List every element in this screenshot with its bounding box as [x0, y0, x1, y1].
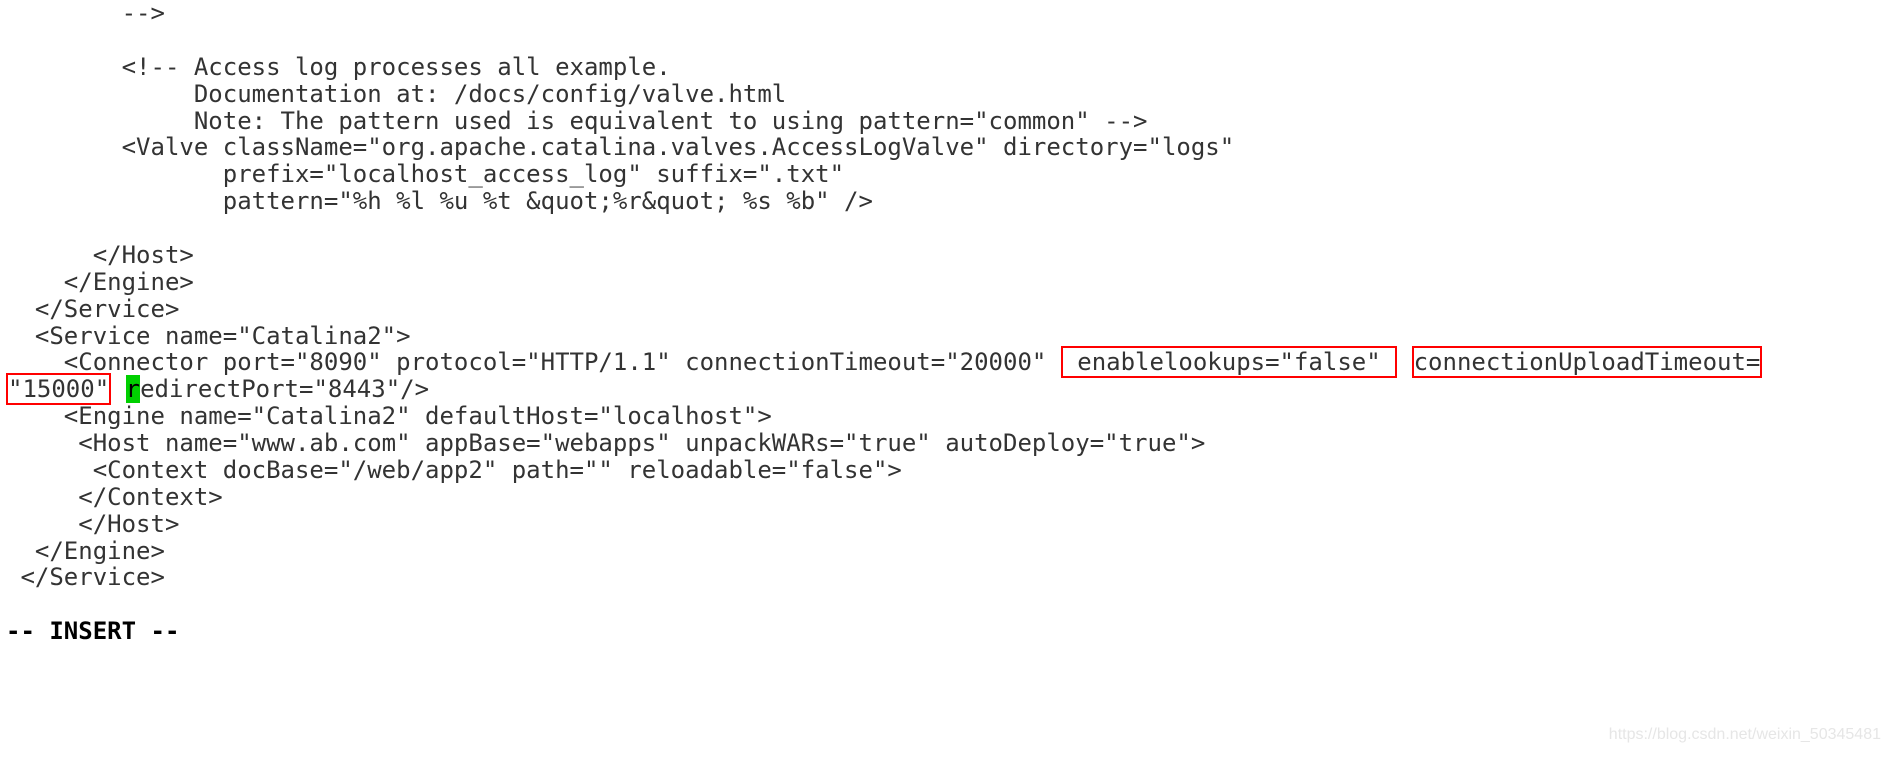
code-line: </Host> — [6, 241, 194, 269]
watermark-text: https://blog.csdn.net/weixin_50345481 — [1609, 726, 1881, 744]
code-line: </Host> — [6, 510, 179, 538]
code-editor[interactable]: --> <!-- Access log processes all exampl… — [0, 0, 1899, 645]
text-cursor: r — [126, 375, 140, 403]
code-line: --> — [6, 0, 165, 27]
highlight-15000: "15000" — [6, 373, 111, 405]
code-line: <Service name="Catalina2"> — [6, 322, 411, 350]
code-line: <Engine name="Catalina2" defaultHost="lo… — [6, 402, 772, 430]
code-line: prefix="localhost_access_log" suffix=".t… — [6, 160, 844, 188]
code-line: <Host name="www.ab.com" appBase="webapps… — [6, 429, 1205, 457]
code-line: </Engine> — [6, 268, 194, 296]
code-line: pattern="%h %l %u %t &quot;%r&quot; %s %… — [6, 187, 873, 215]
code-line: </Service> — [6, 295, 179, 323]
vim-mode-status: -- INSERT -- — [6, 617, 179, 645]
code-line: <Context docBase="/web/app2" path="" rel… — [6, 456, 902, 484]
code-line: Documentation at: /docs/config/valve.htm… — [6, 80, 786, 108]
code-line-connector: <Connector port="8090" protocol="HTTP/1.… — [6, 346, 1762, 405]
highlight-connectionuploadtimeout: connectionUploadTimeout= — [1412, 346, 1763, 378]
code-line: </Context> — [6, 483, 223, 511]
code-line: </Service> — [6, 563, 165, 591]
highlight-enablelookups: enablelookups="false" — [1061, 346, 1397, 378]
code-line: </Engine> — [6, 537, 165, 565]
code-line: <!-- Access log processes all example. — [6, 53, 671, 81]
code-line: Note: The pattern used is equivalent to … — [6, 107, 1148, 135]
code-line: <Valve className="org.apache.catalina.va… — [6, 133, 1234, 161]
